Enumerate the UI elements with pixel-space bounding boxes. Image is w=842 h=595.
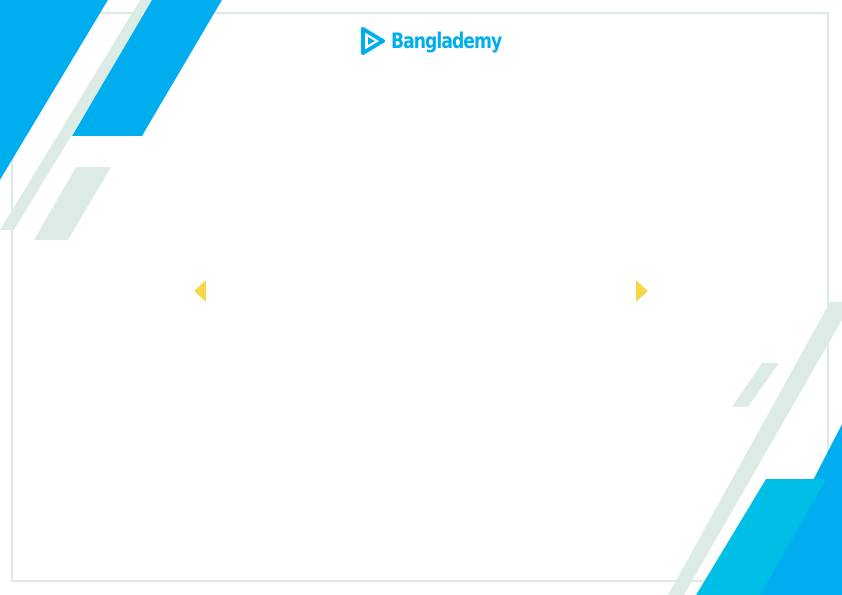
brand-name: Banglademy — [391, 28, 502, 53]
slide-canvas: Banglademy — [0, 0, 842, 595]
brand-logo: Banglademy — [359, 25, 525, 57]
caret-left-icon[interactable] — [194, 280, 206, 302]
decorative-stripes — [0, 0, 842, 595]
play-triangle-icon — [361, 27, 385, 55]
caret-right-icon[interactable] — [636, 280, 648, 302]
bottom-right-mint-parallelogram — [732, 363, 779, 407]
